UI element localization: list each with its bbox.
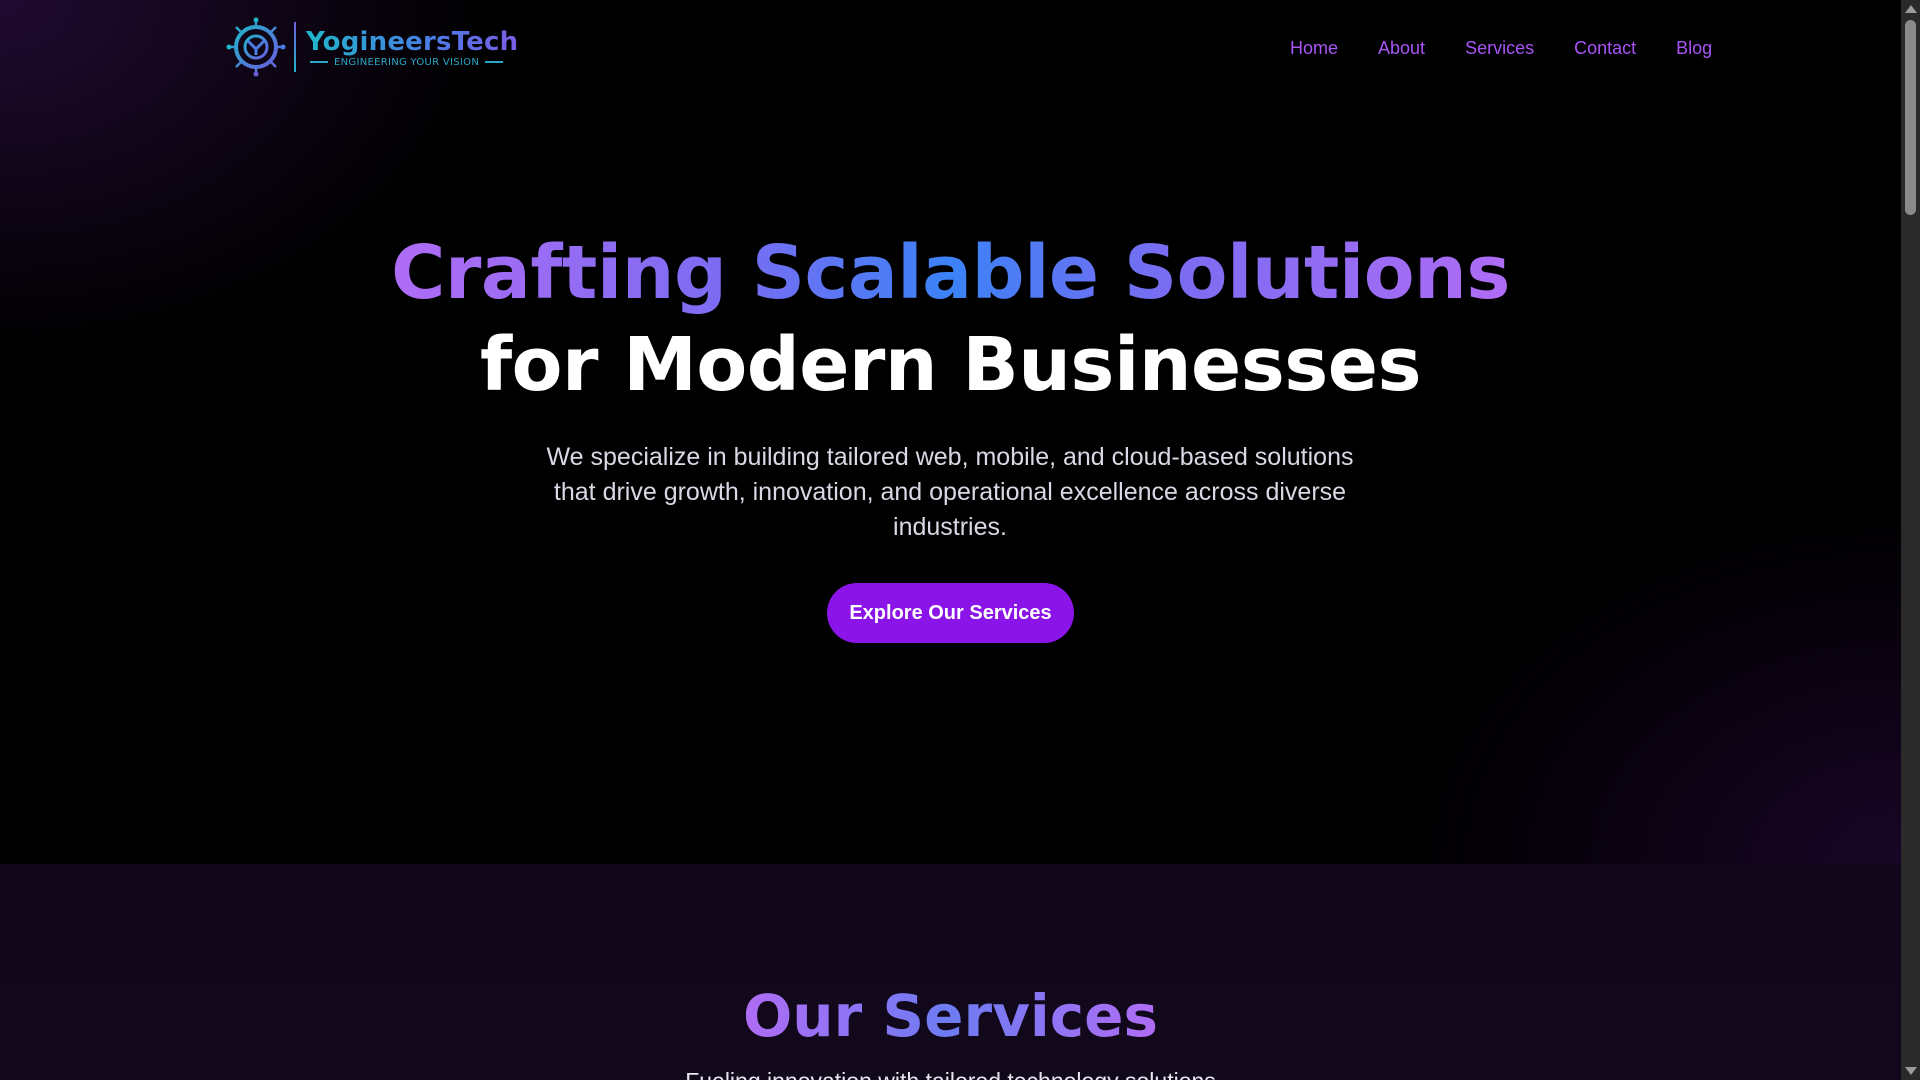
- brand-name: YogineersTech: [306, 26, 519, 57]
- nav-contact[interactable]: Contact: [1574, 38, 1636, 59]
- scrollbar-thumb[interactable]: [1905, 20, 1916, 215]
- tagline-line-left: [310, 61, 328, 63]
- logo-icon: [226, 17, 286, 77]
- services-title: Our Services: [0, 978, 1901, 1054]
- main-nav: Home About Services Contact Blog: [1290, 38, 1712, 59]
- brand-tagline-row: ENGINEERING YOUR VISION: [310, 57, 518, 68]
- hero-section: YogineersTech ENGINEERING YOUR VISION Ho…: [0, 0, 1901, 864]
- hero-headline-gradient: Crafting Scalable Solutions: [0, 228, 1901, 318]
- nav-blog[interactable]: Blog: [1676, 38, 1712, 59]
- tagline-line-right: [485, 61, 504, 63]
- page-viewport: YogineersTech ENGINEERING YOUR VISION Ho…: [0, 0, 1901, 1080]
- page-scrollbar[interactable]: [1901, 0, 1920, 1080]
- hero-description: We specialize in building tailored web, …: [546, 443, 1354, 541]
- scroll-down-arrow-icon[interactable]: [1905, 1067, 1917, 1075]
- nav-about[interactable]: About: [1378, 38, 1425, 59]
- hero-headline-white: for Modern Businesses: [479, 322, 1422, 408]
- services-title-text: Our Services: [742, 982, 1159, 1050]
- logo-text: YogineersTech ENGINEERING YOUR VISION: [306, 27, 518, 68]
- hero-headline-gradient-text: Crafting Scalable Solutions: [391, 230, 1510, 316]
- scroll-up-arrow-icon[interactable]: [1905, 5, 1917, 13]
- services-subtitle: Fueling innovation with tailored technol…: [0, 1066, 1901, 1080]
- brand-logo[interactable]: YogineersTech ENGINEERING YOUR VISION: [226, 16, 518, 78]
- nav-home[interactable]: Home: [1290, 38, 1338, 59]
- explore-services-button[interactable]: Explore Our Services: [827, 583, 1074, 643]
- nav-services[interactable]: Services: [1465, 38, 1534, 59]
- logo-divider: [294, 22, 296, 72]
- brand-tagline: ENGINEERING YOUR VISION: [334, 56, 480, 68]
